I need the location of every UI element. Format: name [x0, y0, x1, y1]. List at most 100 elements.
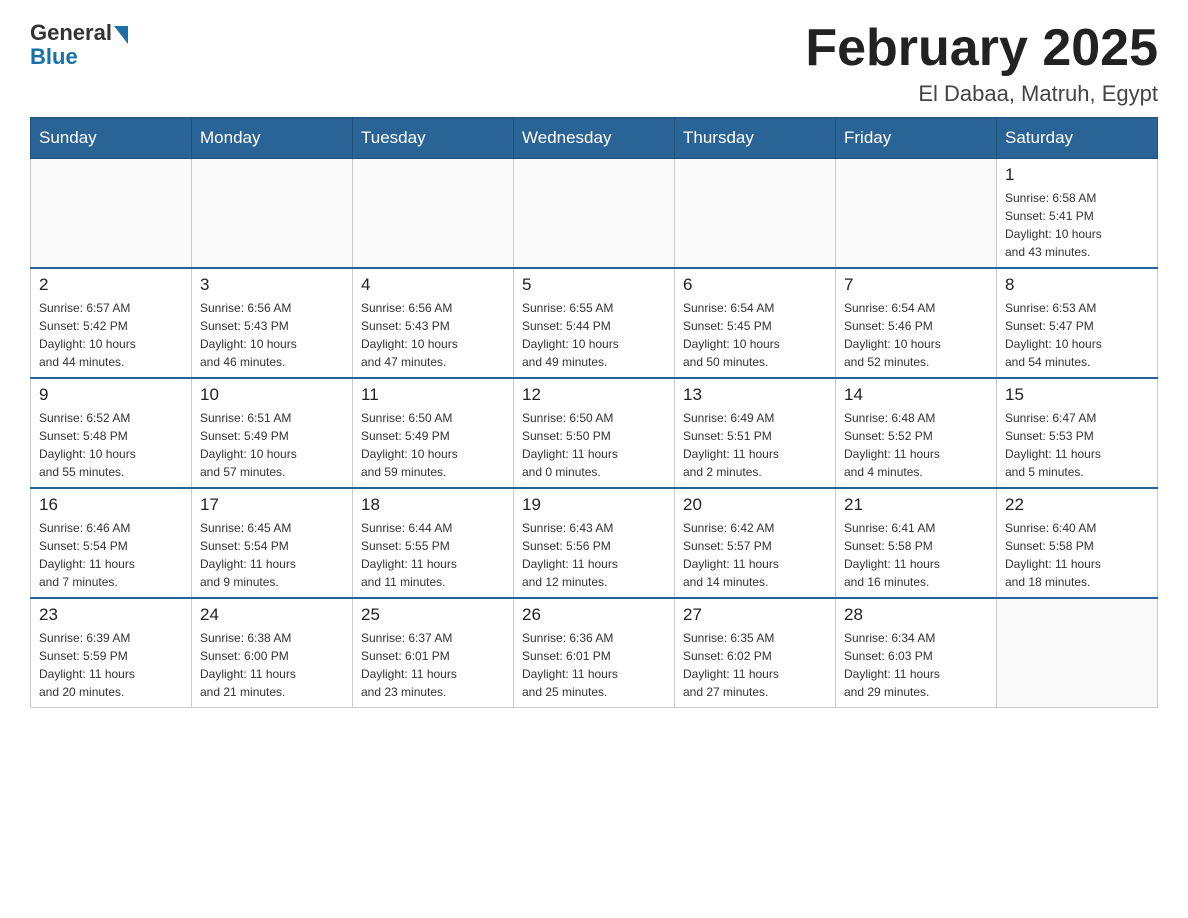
calendar-cell: 27 Sunrise: 6:35 AMSunset: 6:02 PMDayligh…	[675, 598, 836, 708]
calendar-cell	[192, 159, 353, 269]
calendar-cell: 16Sunrise: 6:46 AMSunset: 5:54 PMDayligh…	[31, 488, 192, 598]
calendar-cell: 3 Sunrise: 6:56 AMSunset: 5:43 PMDaylight…	[192, 268, 353, 378]
day-info: Sunrise: 6:58 AMSunset: 5:41 PMDaylight:…	[1005, 189, 1149, 261]
day-info: Sunrise: 6:41 AMSunset: 5:58 PMDaylight:…	[844, 519, 988, 591]
day-info: Sunrise: 6:49 AMSunset: 5:51 PMDaylight:…	[683, 409, 827, 481]
calendar-cell: 1 Sunrise: 6:58 AMSunset: 5:41 PMDaylight…	[997, 159, 1158, 269]
day-info: Sunrise: 6:48 AMSunset: 5:52 PMDaylight:…	[844, 409, 988, 481]
day-info: Sunrise: 6:51 AMSunset: 5:49 PMDaylight:…	[200, 409, 344, 481]
day-header-monday: Monday	[192, 118, 353, 159]
day-number: 24	[200, 605, 344, 625]
day-number: 2	[39, 275, 183, 295]
day-number: 12	[522, 385, 666, 405]
calendar-title: February 2025	[805, 20, 1158, 77]
week-row-3: 9Sunrise: 6:52 AMSunset: 5:48 PMDaylight…	[31, 378, 1158, 488]
day-info: Sunrise: 6:34 AMSunset: 6:03 PMDaylight:…	[844, 629, 988, 701]
week-row-1: 1 Sunrise: 6:58 AMSunset: 5:41 PMDaylight…	[31, 159, 1158, 269]
day-number: 14	[844, 385, 988, 405]
day-header-tuesday: Tuesday	[353, 118, 514, 159]
day-number: 4	[361, 275, 505, 295]
day-headers-row: SundayMondayTuesdayWednesdayThursdayFrid…	[31, 118, 1158, 159]
day-number: 21	[844, 495, 988, 515]
day-number: 1	[1005, 165, 1149, 185]
day-number: 3	[200, 275, 344, 295]
day-info: Sunrise: 6:50 AMSunset: 5:50 PMDaylight:…	[522, 409, 666, 481]
calendar-cell: 4Sunrise: 6:56 AMSunset: 5:43 PMDaylight…	[353, 268, 514, 378]
day-info: Sunrise: 6:47 AMSunset: 5:53 PMDaylight:…	[1005, 409, 1149, 481]
logo-arrow-icon	[114, 26, 128, 44]
calendar-cell: 20Sunrise: 6:42 AMSunset: 5:57 PMDayligh…	[675, 488, 836, 598]
calendar-cell: 13Sunrise: 6:49 AMSunset: 5:51 PMDayligh…	[675, 378, 836, 488]
day-header-sunday: Sunday	[31, 118, 192, 159]
calendar-cell: 5 Sunrise: 6:55 AMSunset: 5:44 PMDaylight…	[514, 268, 675, 378]
calendar-cell	[31, 159, 192, 269]
calendar-cell	[836, 159, 997, 269]
page-header: General Blue February 2025 El Dabaa, Mat…	[30, 20, 1158, 107]
calendar-cell	[675, 159, 836, 269]
logo-blue-text: Blue	[30, 44, 78, 70]
day-info: Sunrise: 6:50 AMSunset: 5:49 PMDaylight:…	[361, 409, 505, 481]
day-number: 27	[683, 605, 827, 625]
day-number: 18	[361, 495, 505, 515]
day-info: Sunrise: 6:35 AMSunset: 6:02 PMDaylight:…	[683, 629, 827, 701]
day-info: Sunrise: 6:52 AMSunset: 5:48 PMDaylight:…	[39, 409, 183, 481]
calendar-cell: 23Sunrise: 6:39 AMSunset: 5:59 PMDayligh…	[31, 598, 192, 708]
logo: General Blue	[30, 20, 128, 70]
calendar-cell: 14 Sunrise: 6:48 AMSunset: 5:52 PMDayligh…	[836, 378, 997, 488]
calendar-cell	[353, 159, 514, 269]
day-info: Sunrise: 6:55 AMSunset: 5:44 PMDaylight:…	[522, 299, 666, 371]
day-number: 28	[844, 605, 988, 625]
calendar-cell: 18 Sunrise: 6:44 AMSunset: 5:55 PMDayligh…	[353, 488, 514, 598]
logo-general-text: General	[30, 20, 112, 46]
day-info: Sunrise: 6:53 AMSunset: 5:47 PMDaylight:…	[1005, 299, 1149, 371]
day-info: Sunrise: 6:54 AMSunset: 5:45 PMDaylight:…	[683, 299, 827, 371]
calendar-cell: 19 Sunrise: 6:43 AMSunset: 5:56 PMDayligh…	[514, 488, 675, 598]
day-info: Sunrise: 6:36 AMSunset: 6:01 PMDaylight:…	[522, 629, 666, 701]
calendar-cell	[997, 598, 1158, 708]
calendar-cell: 12 Sunrise: 6:50 AMSunset: 5:50 PMDayligh…	[514, 378, 675, 488]
day-number: 5	[522, 275, 666, 295]
day-number: 20	[683, 495, 827, 515]
day-info: Sunrise: 6:38 AMSunset: 6:00 PMDaylight:…	[200, 629, 344, 701]
day-info: Sunrise: 6:56 AMSunset: 5:43 PMDaylight:…	[200, 299, 344, 371]
day-number: 26	[522, 605, 666, 625]
day-info: Sunrise: 6:45 AMSunset: 5:54 PMDaylight:…	[200, 519, 344, 591]
calendar-cell: 7 Sunrise: 6:54 AMSunset: 5:46 PMDaylight…	[836, 268, 997, 378]
calendar-cell: 17 Sunrise: 6:45 AMSunset: 5:54 PMDayligh…	[192, 488, 353, 598]
calendar-cell: 11 Sunrise: 6:50 AMSunset: 5:49 PMDayligh…	[353, 378, 514, 488]
day-info: Sunrise: 6:57 AMSunset: 5:42 PMDaylight:…	[39, 299, 183, 371]
calendar-cell: 10 Sunrise: 6:51 AMSunset: 5:49 PMDayligh…	[192, 378, 353, 488]
day-number: 7	[844, 275, 988, 295]
calendar-table: SundayMondayTuesdayWednesdayThursdayFrid…	[30, 117, 1158, 708]
day-info: Sunrise: 6:44 AMSunset: 5:55 PMDaylight:…	[361, 519, 505, 591]
calendar-subtitle: El Dabaa, Matruh, Egypt	[805, 81, 1158, 107]
calendar-cell: 15 Sunrise: 6:47 AMSunset: 5:53 PMDayligh…	[997, 378, 1158, 488]
calendar-cell: 24 Sunrise: 6:38 AMSunset: 6:00 PMDayligh…	[192, 598, 353, 708]
day-header-friday: Friday	[836, 118, 997, 159]
day-info: Sunrise: 6:39 AMSunset: 5:59 PMDaylight:…	[39, 629, 183, 701]
day-number: 17	[200, 495, 344, 515]
calendar-cell: 22Sunrise: 6:40 AMSunset: 5:58 PMDayligh…	[997, 488, 1158, 598]
day-number: 19	[522, 495, 666, 515]
week-row-4: 16Sunrise: 6:46 AMSunset: 5:54 PMDayligh…	[31, 488, 1158, 598]
calendar-cell: 8Sunrise: 6:53 AMSunset: 5:47 PMDaylight…	[997, 268, 1158, 378]
calendar-cell: 6 Sunrise: 6:54 AMSunset: 5:45 PMDaylight…	[675, 268, 836, 378]
calendar-cell: 21 Sunrise: 6:41 AMSunset: 5:58 PMDayligh…	[836, 488, 997, 598]
day-number: 10	[200, 385, 344, 405]
day-number: 11	[361, 385, 505, 405]
day-header-wednesday: Wednesday	[514, 118, 675, 159]
week-row-2: 2 Sunrise: 6:57 AMSunset: 5:42 PMDaylight…	[31, 268, 1158, 378]
day-number: 25	[361, 605, 505, 625]
calendar-cell: 2 Sunrise: 6:57 AMSunset: 5:42 PMDaylight…	[31, 268, 192, 378]
day-info: Sunrise: 6:46 AMSunset: 5:54 PMDaylight:…	[39, 519, 183, 591]
day-number: 15	[1005, 385, 1149, 405]
day-info: Sunrise: 6:43 AMSunset: 5:56 PMDaylight:…	[522, 519, 666, 591]
day-info: Sunrise: 6:54 AMSunset: 5:46 PMDaylight:…	[844, 299, 988, 371]
day-number: 22	[1005, 495, 1149, 515]
calendar-cell	[514, 159, 675, 269]
day-number: 6	[683, 275, 827, 295]
day-header-saturday: Saturday	[997, 118, 1158, 159]
calendar-cell: 25 Sunrise: 6:37 AMSunset: 6:01 PMDayligh…	[353, 598, 514, 708]
day-info: Sunrise: 6:37 AMSunset: 6:01 PMDaylight:…	[361, 629, 505, 701]
calendar-cell: 28 Sunrise: 6:34 AMSunset: 6:03 PMDayligh…	[836, 598, 997, 708]
